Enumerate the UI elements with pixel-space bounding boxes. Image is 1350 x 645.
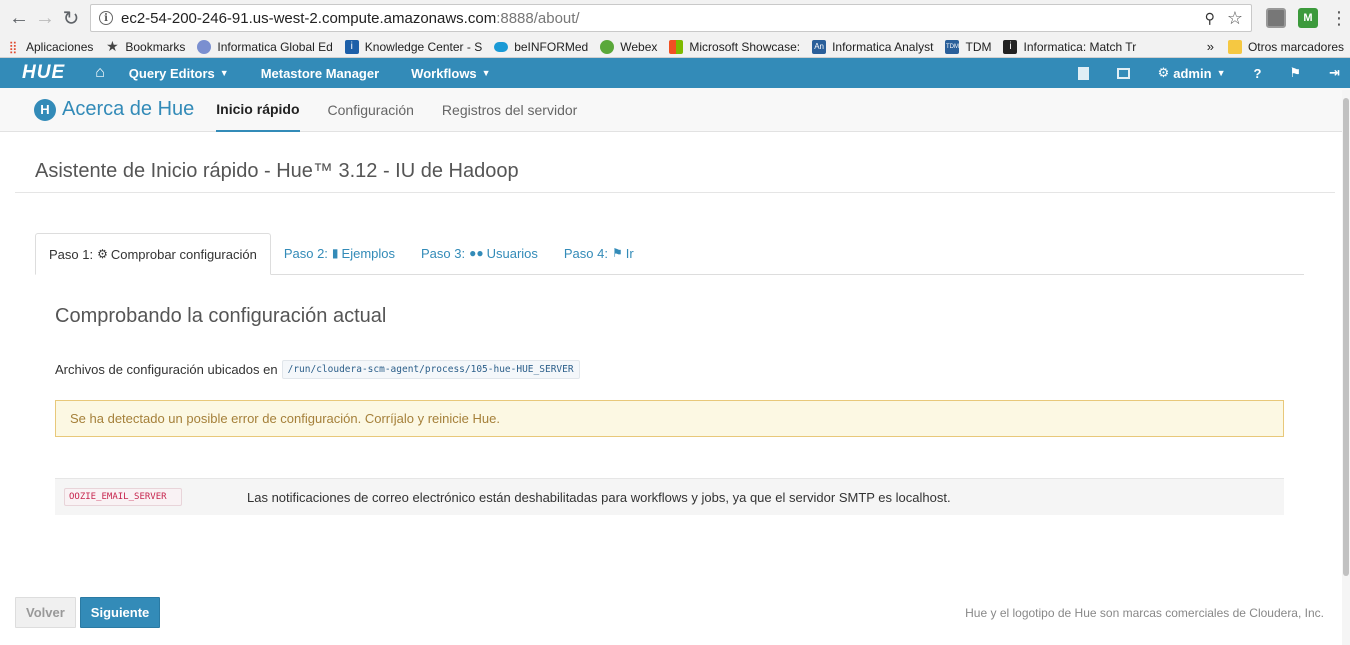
bookmark-beinformed[interactable]: beINFORMed bbox=[494, 40, 588, 54]
hue-h-icon: H bbox=[34, 98, 56, 121]
step-2-tab[interactable]: Paso 2: ▮ Ejemplos bbox=[271, 232, 408, 274]
subnav-title[interactable]: H Acerca de Hue bbox=[34, 98, 194, 121]
workflows-menu[interactable]: Workflows ▼ bbox=[411, 66, 490, 81]
folder-icon bbox=[1227, 39, 1242, 54]
bookmarks-bar: ⣿ Aplicaciones ★ Bookmarks Informatica Glo… bbox=[0, 36, 1350, 58]
query-editors-menu[interactable]: Query Editors ▼ bbox=[129, 66, 229, 81]
warning-message: Las notificaciones de correo electrónico… bbox=[247, 489, 951, 505]
bookmark-other-folder[interactable]: Otros marcadores bbox=[1227, 39, 1344, 54]
logout-button[interactable]: ⇥ bbox=[1329, 65, 1340, 81]
bookmark-microsoft-showcase[interactable]: Microsoft Showcase: bbox=[669, 39, 800, 54]
next-button[interactable]: Siguiente bbox=[79, 597, 161, 628]
browser-menu-icon[interactable]: ⋮ bbox=[1330, 8, 1348, 29]
bookmark-knowledge-center[interactable]: i Knowledge Center - S bbox=[344, 39, 482, 54]
tdm-icon: TDM bbox=[945, 39, 960, 54]
hue-logo[interactable]: HUE bbox=[22, 62, 65, 84]
url-path: :8888/about/ bbox=[496, 9, 580, 27]
info-dark-icon: i bbox=[1003, 39, 1018, 54]
star-icon: ★ bbox=[106, 38, 119, 54]
hue-navbar: HUE ⌂ Query Editors ▼ Metastore Manager W… bbox=[0, 58, 1350, 88]
help-icon: ? bbox=[1253, 65, 1262, 81]
wizard-footer: Volver Siguiente Hue y el logotipo de Hu… bbox=[15, 597, 1324, 628]
browser-toolbar: ← → ↻ i ec2-54-200-246-91.us-west-2.comp… bbox=[0, 0, 1350, 36]
file-icon bbox=[1077, 66, 1089, 80]
bookmark-tdm[interactable]: TDM TDM bbox=[945, 39, 991, 54]
key-icon[interactable]: ⚲ bbox=[1205, 10, 1215, 27]
chevron-down-icon: ▼ bbox=[219, 68, 229, 78]
bookmark-bookmarks[interactable]: ★ Bookmarks bbox=[105, 38, 185, 54]
users-icon: ●● bbox=[469, 246, 484, 260]
reload-icon: ↻ bbox=[62, 7, 80, 30]
config-label: Archivos de configuración ubicados en bbox=[55, 362, 278, 377]
book-icon: ▮ bbox=[331, 246, 339, 260]
about-button[interactable]: ⚑ bbox=[1289, 65, 1301, 81]
flag-icon: ⚑ bbox=[1289, 65, 1302, 80]
extension-m-icon[interactable]: M bbox=[1298, 8, 1318, 28]
logout-icon: ⇥ bbox=[1329, 65, 1340, 80]
bookmark-star-icon[interactable]: ☆ bbox=[1227, 8, 1243, 29]
bookmark-informatica-global[interactable]: Informatica Global Ed bbox=[197, 39, 333, 54]
flag-icon: ⚑ bbox=[611, 246, 623, 260]
trademark-note: Hue y el logotipo de Hue son marcas come… bbox=[965, 605, 1324, 620]
info-icon[interactable]: i bbox=[99, 11, 113, 25]
main-content: Asistente de Inicio rápido - Hue™ 3.12 -… bbox=[0, 132, 1350, 640]
cloud-icon bbox=[494, 41, 509, 52]
step-3-tab[interactable]: Paso 3: ●● Usuarios bbox=[408, 232, 551, 274]
forward-arrow-icon: → bbox=[35, 6, 55, 29]
subnav: H Acerca de Hue Inicio rápido Configuraci… bbox=[0, 88, 1350, 132]
metastore-manager-link[interactable]: Metastore Manager bbox=[261, 66, 379, 81]
back-button[interactable]: ← bbox=[6, 5, 32, 31]
webex-ball-icon bbox=[600, 39, 615, 54]
analyst-icon: An bbox=[812, 39, 827, 54]
tab-inicio-rapido[interactable]: Inicio rápido bbox=[216, 88, 300, 132]
step-pane: Comprobando la configuración actual Arch… bbox=[15, 275, 1335, 515]
back-arrow-icon: ← bbox=[9, 6, 29, 29]
warning-key: OOZIE_EMAIL_SERVER bbox=[64, 488, 182, 506]
address-bar[interactable]: i ec2-54-200-246-91.us-west-2.compute.am… bbox=[90, 4, 1252, 32]
extension-icon[interactable] bbox=[1266, 8, 1286, 28]
documents-button[interactable] bbox=[1077, 66, 1089, 80]
jobs-button[interactable] bbox=[1116, 67, 1130, 79]
list-icon bbox=[1116, 67, 1130, 79]
apps-icon: ⣿ bbox=[8, 39, 18, 54]
globe-icon bbox=[197, 39, 212, 54]
bookmark-informatica-analyst[interactable]: An Informatica Analyst bbox=[812, 39, 933, 54]
tab-configuracion[interactable]: Configuración bbox=[328, 88, 414, 132]
tab-registros-servidor[interactable]: Registros del servidor bbox=[442, 88, 577, 132]
step-4-tab[interactable]: Paso 4: ⚑ Ir bbox=[551, 232, 647, 274]
windows-icon bbox=[669, 39, 684, 54]
gears-icon: ⚙ bbox=[97, 247, 108, 261]
forward-button[interactable]: → bbox=[32, 5, 58, 31]
home-icon[interactable]: ⌂ bbox=[95, 64, 105, 82]
chevron-down-icon: ▼ bbox=[1216, 68, 1226, 78]
config-path: /run/cloudera-scm-agent/process/105-hue-… bbox=[281, 360, 580, 379]
bookmarks-overflow-button[interactable]: » bbox=[1207, 39, 1214, 54]
config-location: Archivos de configuración ubicados en /r… bbox=[55, 360, 1335, 379]
chevron-down-icon: ▼ bbox=[481, 68, 491, 78]
navbar-right: ⚙ admin ▼ ? ⚑ ⇥ bbox=[1050, 65, 1340, 81]
bookmark-webex[interactable]: Webex bbox=[600, 39, 657, 54]
bookmark-informatica-match[interactable]: i Informatica: Match Tr bbox=[1003, 39, 1136, 54]
reload-button[interactable]: ↻ bbox=[58, 5, 84, 31]
bookmark-apps[interactable]: ⣿ Aplicaciones bbox=[6, 39, 94, 54]
step-1-tab[interactable]: Paso 1: ⚙ Comprobar configuración bbox=[35, 233, 271, 275]
wizard-steps: Paso 1: ⚙ Comprobar configuración Paso 2: ▮… bbox=[35, 233, 1304, 275]
page-title: Asistente de Inicio rápido - Hue™ 3.12 -… bbox=[15, 132, 1335, 193]
config-error-alert: Se ha detectado un posible error de conf… bbox=[55, 400, 1284, 437]
scrollbar-thumb[interactable] bbox=[1343, 98, 1349, 576]
url-host: ec2-54-200-246-91.us-west-2.compute.amaz… bbox=[121, 9, 497, 27]
config-warning-row: OOZIE_EMAIL_SERVER Las notificaciones de… bbox=[55, 478, 1284, 515]
pane-title: Comprobando la configuración actual bbox=[55, 305, 387, 327]
help-button[interactable]: ? bbox=[1253, 66, 1261, 81]
gears-icon: ⚙ bbox=[1157, 65, 1170, 80]
info-icon: i bbox=[344, 39, 359, 54]
admin-menu[interactable]: ⚙ admin ▼ bbox=[1158, 65, 1226, 81]
back-button[interactable]: Volver bbox=[15, 597, 76, 628]
